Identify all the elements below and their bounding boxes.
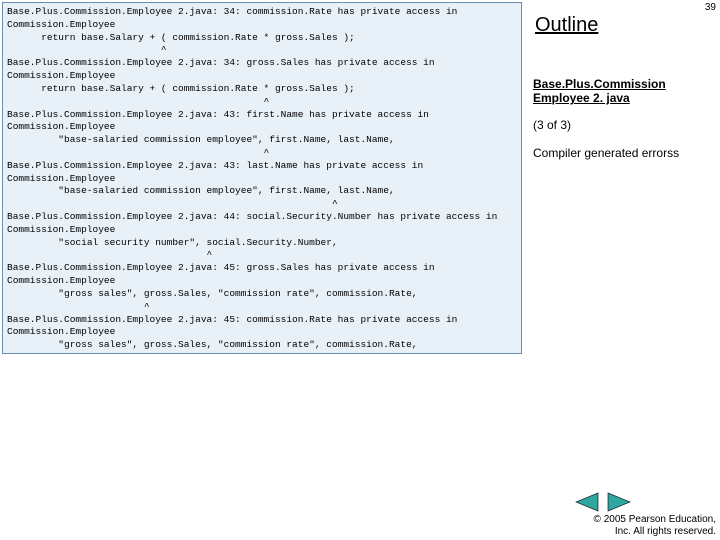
page-indicator: (3 of 3)	[533, 118, 720, 132]
prev-button[interactable]	[574, 492, 600, 512]
copyright-line1: © 2005 Pearson Education,	[594, 514, 716, 526]
outline-column: Outline Base.Plus.Commission Employee 2.…	[533, 0, 720, 161]
copyright: © 2005 Pearson Education, Inc. All right…	[594, 514, 716, 538]
caption-text: Compiler generated errorss	[533, 146, 720, 162]
file-name: Base.Plus.Commission Employee 2. java	[533, 77, 720, 106]
nav-buttons	[574, 492, 632, 512]
compiler-output-panel: Base.Plus.Commission.Employee 2.java: 34…	[2, 2, 522, 354]
outline-heading: Outline	[535, 14, 720, 37]
next-button[interactable]	[606, 492, 632, 512]
copyright-line2: Inc. All rights reserved.	[594, 526, 716, 538]
triangle-right-icon	[606, 492, 632, 512]
triangle-left-icon	[574, 492, 600, 512]
